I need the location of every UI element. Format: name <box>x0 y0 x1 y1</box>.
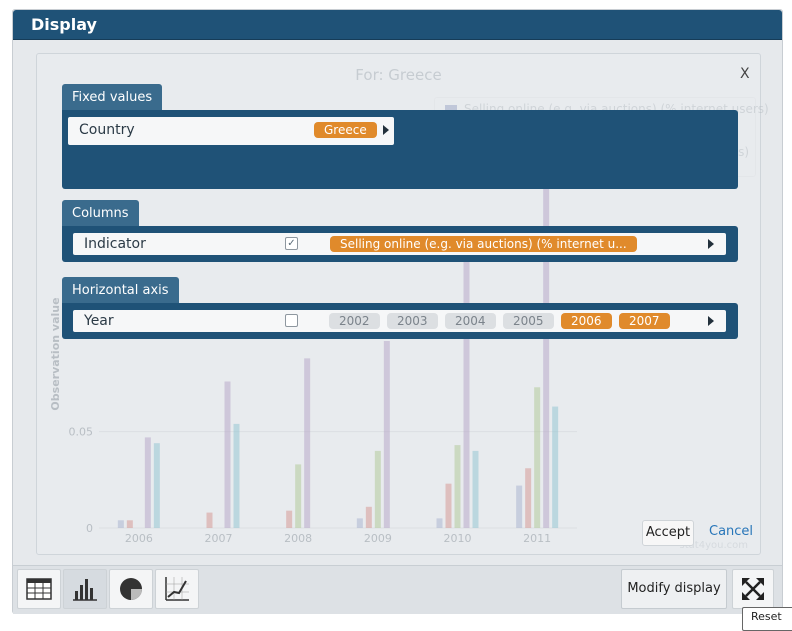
tab-horizontal-axis[interactable]: Horizontal axis <box>62 277 179 303</box>
bar <box>552 406 559 528</box>
window-title: Display <box>31 15 97 34</box>
bar <box>304 358 311 528</box>
bar <box>472 450 479 528</box>
pie-chart-view-button[interactable] <box>109 569 153 609</box>
pie-chart-icon <box>120 578 142 600</box>
window-titlebar: Display <box>13 10 782 40</box>
year-label: Year <box>84 313 114 329</box>
bar <box>153 443 160 528</box>
year-checkbox[interactable] <box>285 314 298 327</box>
bottom-toolbar: Modify display <box>13 565 782 614</box>
columns-box: Indicator ✓ Selling online (e.g. via auc… <box>62 226 738 262</box>
x-tick-label: 2007 <box>205 532 233 545</box>
year-expand-arrow[interactable] <box>708 316 714 326</box>
bar <box>295 464 302 528</box>
indicator-row[interactable]: Indicator ✓ Selling online (e.g. via auc… <box>73 233 726 255</box>
x-tick-label: 2011 <box>523 532 551 545</box>
indicator-expand-arrow[interactable] <box>708 239 714 249</box>
x-tick-label: 2009 <box>364 532 392 545</box>
cancel-link[interactable]: Cancel <box>709 524 753 539</box>
tab-columns[interactable]: Columns <box>62 200 139 226</box>
bar-chart-icon <box>73 579 97 601</box>
tab-fixed-values[interactable]: Fixed values <box>62 84 163 110</box>
country-label: Country <box>79 122 135 138</box>
year-pill-2007[interactable]: 2007 <box>619 313 670 329</box>
fixed-values-box: Country Greece <box>62 110 738 189</box>
bar <box>117 520 124 528</box>
country-expand-arrow[interactable] <box>383 125 389 135</box>
bar <box>454 445 461 528</box>
bar <box>286 510 293 528</box>
display-window: Display For: Greece Selling online (e.g.… <box>12 9 783 614</box>
x-tick-label: 2006 <box>125 532 153 545</box>
bar <box>374 450 381 528</box>
bar <box>144 437 151 528</box>
fullscreen-icon <box>742 578 764 600</box>
horizontal-axis-box: Year 2002 2003 2004 2005 2006 2007 <box>62 303 738 339</box>
y-tick-label: 0 <box>86 522 93 535</box>
table-icon <box>26 578 52 600</box>
bar <box>436 518 443 528</box>
year-pill-2002[interactable]: 2002 <box>329 313 380 329</box>
indicator-label: Indicator <box>84 236 146 252</box>
year-row[interactable]: Year 2002 2003 2004 2005 2006 2007 <box>73 310 726 332</box>
display-panel: For: Greece Selling online (e.g. via auc… <box>36 53 769 555</box>
bar <box>365 506 372 528</box>
indicator-checkbox[interactable]: ✓ <box>285 237 298 250</box>
line-chart-icon <box>165 577 189 601</box>
bar <box>356 518 363 528</box>
year-pill-2005[interactable]: 2005 <box>503 313 554 329</box>
bar <box>534 387 541 528</box>
fullscreen-button[interactable] <box>732 569 774 609</box>
indicator-value-pill[interactable]: Selling online (e.g. via auctions) (% in… <box>330 236 637 252</box>
line-chart-view-button[interactable] <box>155 569 199 609</box>
bar <box>463 258 470 528</box>
bar <box>224 381 231 528</box>
bar <box>516 485 523 528</box>
year-pill-2006[interactable]: 2006 <box>561 313 612 329</box>
table-view-button[interactable] <box>17 569 61 609</box>
country-row[interactable]: Country Greece <box>68 117 394 145</box>
y-tick-label: 0.05 <box>69 426 94 439</box>
year-pill-2003[interactable]: 2003 <box>387 313 438 329</box>
bar <box>445 483 452 528</box>
bar <box>525 468 532 528</box>
close-button[interactable]: X <box>740 66 750 82</box>
modify-display-button[interactable]: Modify display <box>621 569 727 609</box>
bar <box>233 423 240 528</box>
country-value-pill[interactable]: Greece <box>314 122 377 138</box>
bar-chart-view-button[interactable] <box>63 569 107 609</box>
bar <box>126 520 133 528</box>
bar <box>206 512 213 528</box>
y-axis-label: Observation value <box>49 297 62 410</box>
year-pill-2004[interactable]: 2004 <box>445 313 496 329</box>
x-tick-label: 2008 <box>284 532 312 545</box>
reset-tooltip: Reset <box>742 607 792 631</box>
bar <box>383 341 390 528</box>
accept-button[interactable]: Accept <box>642 520 694 546</box>
x-tick-label: 2010 <box>444 532 472 545</box>
